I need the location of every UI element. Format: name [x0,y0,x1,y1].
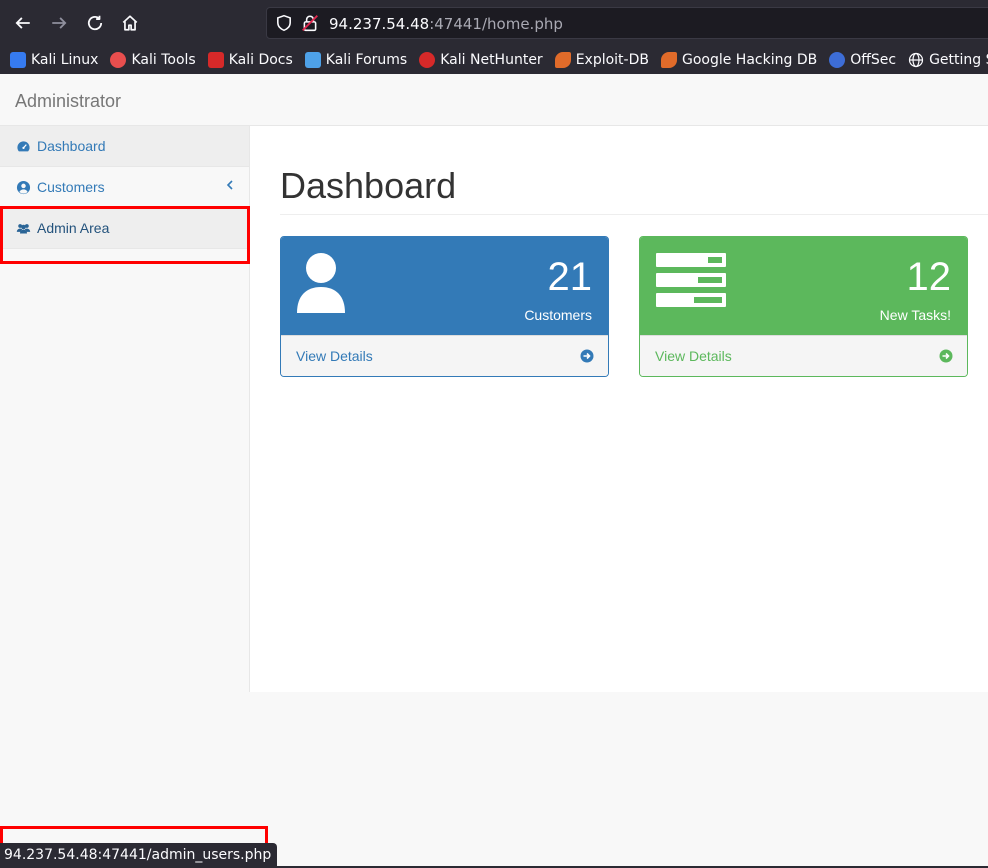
shield-icon [277,14,291,32]
sidebar-item-label: Customers [37,179,105,195]
bookmark-label: Kali Tools [131,52,196,68]
kali-nethunter-icon [419,52,436,68]
panel-heading: 12 New Tasks! [640,237,967,335]
bookmark-label: Google Hacking DB [681,52,818,68]
web-page: Administrator Dashboard Customers Admin … [0,74,988,868]
url-path: :47441/home.php [429,15,563,33]
ghdb-icon [660,52,677,68]
offsec-icon [829,52,846,68]
home-icon [122,15,138,31]
url-bar[interactable]: 94.237.54.48:47441/home.php [266,7,988,39]
kali-tools-icon [110,52,127,68]
user-icon [297,253,345,313]
bookmark-label: Getting Started [929,52,988,68]
bookmark-kali-forums[interactable]: Kali Forums [304,52,408,68]
tasks-panel: 12 New Tasks! View Details [639,236,968,377]
chevron-left-icon[interactable] [225,179,235,191]
reload-icon [87,15,103,31]
tasks-count: 12 [906,255,952,299]
url-host: 94.237.54.48 [329,15,430,33]
sidebar-item-dashboard[interactable]: Dashboard [0,126,249,167]
customers-count: 21 [547,255,593,299]
bookmark-kali-tools[interactable]: Kali Tools [110,52,196,68]
page-title: Dashboard [280,165,457,206]
globe-icon [908,52,924,68]
url-text: 94.237.54.48:47441/home.php [329,15,563,33]
back-button[interactable] [11,11,35,35]
kali-forums-icon [304,52,321,68]
view-details-link[interactable]: View Details [640,335,967,376]
arrow-circle-right-icon [580,349,594,363]
bookmark-label: Kali Docs [228,52,293,68]
bookmark-google-hacking-db[interactable]: Google Hacking DB [660,52,818,68]
bookmark-kali-linux[interactable]: Kali Linux [10,52,98,68]
reload-button[interactable] [83,11,107,35]
customers-panel: 21 Customers View Details [280,236,609,377]
bookmark-offsec[interactable]: OffSec [829,52,896,68]
kali-docs-icon [207,52,224,68]
sidebar-item-label: Dashboard [37,138,106,154]
view-details-label: View Details [296,348,373,364]
bookmark-label: OffSec [850,52,897,68]
view-details-link[interactable]: View Details [281,335,608,376]
bookmark-label: Exploit-DB [575,52,649,68]
page-header: Dashboard [280,166,988,215]
bookmark-getting-started[interactable]: Getting Started [908,52,988,68]
sidebar-item-customers[interactable]: Customers [0,167,249,208]
bookmark-exploit-db[interactable]: Exploit-DB [554,52,649,68]
admin-area-highlight [0,206,250,264]
arrow-right-icon [52,17,67,29]
dashboard-icon [17,140,30,151]
top-navbar: Administrator [0,74,988,126]
tasks-label: New Tasks! [879,307,951,323]
main-content: Dashboard 21 Customers View Details 12 N… [250,126,988,692]
browser-toolbar: 94.237.54.48:47441/home.php [0,0,988,46]
exploit-db-icon [554,52,571,68]
link-status-tooltip: 94.237.54.48:47441/admin_users.php [0,843,278,867]
insecure-lock-icon [302,15,318,32]
bookmark-kali-docs[interactable]: Kali Docs [207,52,293,68]
customers-label: Customers [524,307,592,323]
arrow-left-icon [15,17,30,29]
bookmark-kali-nethunter[interactable]: Kali NetHunter [419,52,543,68]
kali-dragon-icon [10,52,26,68]
navbar-brand[interactable]: Administrator [15,91,121,112]
home-button[interactable] [118,11,142,35]
bookmark-label: Kali Forums [325,52,408,68]
arrow-circle-right-icon [939,349,953,363]
bookmark-label: Kali Linux [31,52,99,68]
forward-button[interactable] [47,11,71,35]
bookmark-label: Kali NetHunter [440,52,543,68]
view-details-label: View Details [655,348,732,364]
user-circle-icon [16,180,31,194]
tasks-icon [656,253,726,307]
bookmarks-toolbar: Kali Linux Kali Tools Kali Docs Kali For… [0,46,988,74]
panel-heading: 21 Customers [281,237,608,335]
